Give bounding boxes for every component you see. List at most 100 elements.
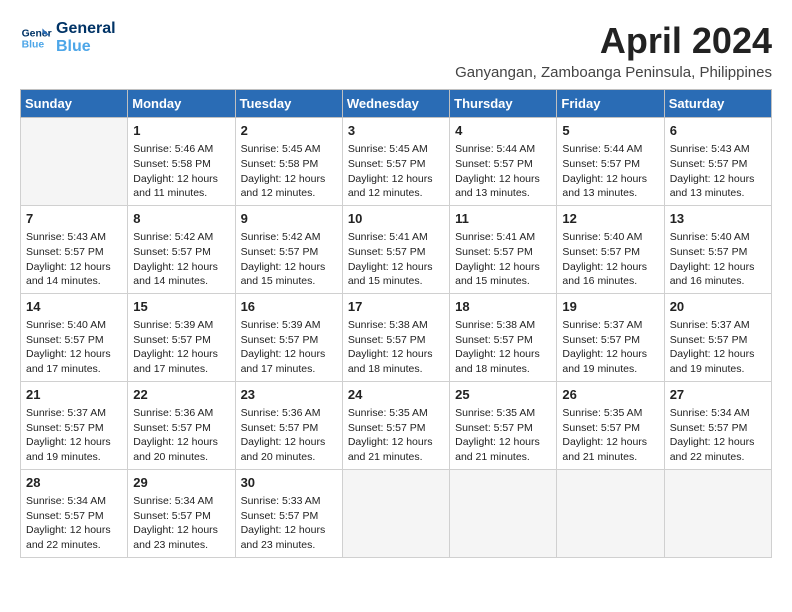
month-title: April 2024 [455, 20, 772, 62]
calendar-header-wednesday: Wednesday [342, 90, 449, 118]
day-info: Sunrise: 5:42 AM Sunset: 5:57 PM Dayligh… [133, 230, 229, 289]
calendar-cell: 20Sunrise: 5:37 AM Sunset: 5:57 PM Dayli… [664, 293, 771, 381]
calendar-cell: 5 Sunrise: 5:44 AM Sunset: 5:57 PM Daylig… [557, 118, 664, 206]
logo-blue: Blue [56, 38, 116, 56]
day-info: Sunrise: 5:33 AM Sunset: 5:57 PM Dayligh… [241, 494, 337, 553]
calendar-cell: 21 Sunrise: 5:37 AM Sunset: 5:57 PM Dayli… [21, 381, 128, 469]
calendar-cell [557, 469, 664, 557]
calendar-header-sunday: Sunday [21, 90, 128, 118]
logo-icon: General Blue [20, 22, 52, 54]
calendar-header-tuesday: Tuesday [235, 90, 342, 118]
svg-text:Blue: Blue [22, 39, 45, 50]
day-info: Sunrise: 5:34 AM Sunset: 5:57 PM Dayligh… [26, 494, 122, 553]
day-info: Sunrise: 5:46 AM Sunset: 5:58 PM Dayligh… [133, 142, 229, 201]
calendar-cell: 29 Sunrise: 5:34 AM Sunset: 5:57 PM Dayli… [128, 469, 235, 557]
day-number: 6 [670, 122, 766, 140]
calendar-cell: 26 Sunrise: 5:35 AM Sunset: 5:57 PM Dayli… [557, 381, 664, 469]
day-number: 22 [133, 386, 229, 404]
day-number: 10 [348, 210, 444, 228]
logo-general: General [56, 20, 116, 38]
calendar-week-row: 1 Sunrise: 5:46 AM Sunset: 5:58 PM Daylig… [21, 118, 772, 206]
day-info: Sunrise: 5:35 AM Sunset: 5:57 PM Dayligh… [455, 406, 551, 465]
calendar-cell: 28Sunrise: 5:34 AM Sunset: 5:57 PM Dayli… [21, 469, 128, 557]
day-number: 16 [241, 298, 337, 316]
page-header: General Blue General Blue April 2024 Gan… [20, 20, 772, 81]
day-number: 13 [670, 210, 766, 228]
calendar-cell: 16 Sunrise: 5:39 AM Sunset: 5:57 PM Dayli… [235, 293, 342, 381]
calendar-week-row: 28Sunrise: 5:34 AM Sunset: 5:57 PM Dayli… [21, 469, 772, 557]
day-number: 23 [241, 386, 337, 404]
calendar-cell: 6 Sunrise: 5:43 AM Sunset: 5:57 PM Daylig… [664, 118, 771, 206]
calendar-cell: 23Sunrise: 5:36 AM Sunset: 5:57 PM Dayli… [235, 381, 342, 469]
calendar-cell: 4 Sunrise: 5:44 AM Sunset: 5:57 PM Daylig… [450, 118, 557, 206]
day-number: 8 [133, 210, 229, 228]
calendar-cell: 7 Sunrise: 5:43 AM Sunset: 5:57 PM Daylig… [21, 205, 128, 293]
calendar-cell [342, 469, 449, 557]
day-info: Sunrise: 5:40 AM Sunset: 5:57 PM Dayligh… [670, 230, 766, 289]
calendar-header-row: SundayMondayTuesdayWednesdayThursdayFrid… [21, 90, 772, 118]
logo: General Blue General Blue [20, 20, 116, 55]
calendar-week-row: 7 Sunrise: 5:43 AM Sunset: 5:57 PM Daylig… [21, 205, 772, 293]
calendar-header-thursday: Thursday [450, 90, 557, 118]
day-number: 30 [241, 474, 337, 492]
calendar-cell: 8 Sunrise: 5:42 AM Sunset: 5:57 PM Daylig… [128, 205, 235, 293]
location: Ganyangan, Zamboanga Peninsula, Philippi… [455, 64, 772, 81]
calendar-week-row: 14Sunrise: 5:40 AM Sunset: 5:57 PM Dayli… [21, 293, 772, 381]
day-number: 17 [348, 298, 444, 316]
calendar-cell: 15 Sunrise: 5:39 AM Sunset: 5:57 PM Dayli… [128, 293, 235, 381]
calendar-week-row: 21 Sunrise: 5:37 AM Sunset: 5:57 PM Dayli… [21, 381, 772, 469]
day-info: Sunrise: 5:42 AM Sunset: 5:57 PM Dayligh… [241, 230, 337, 289]
day-number: 11 [455, 210, 551, 228]
calendar-cell: 27Sunrise: 5:34 AM Sunset: 5:57 PM Dayli… [664, 381, 771, 469]
day-number: 20 [670, 298, 766, 316]
calendar-header-monday: Monday [128, 90, 235, 118]
day-info: Sunrise: 5:44 AM Sunset: 5:57 PM Dayligh… [455, 142, 551, 201]
calendar-cell: 9 Sunrise: 5:42 AM Sunset: 5:57 PM Daylig… [235, 205, 342, 293]
calendar-cell: 11Sunrise: 5:41 AM Sunset: 5:57 PM Dayli… [450, 205, 557, 293]
day-info: Sunrise: 5:40 AM Sunset: 5:57 PM Dayligh… [26, 318, 122, 377]
day-info: Sunrise: 5:41 AM Sunset: 5:57 PM Dayligh… [348, 230, 444, 289]
day-info: Sunrise: 5:43 AM Sunset: 5:57 PM Dayligh… [26, 230, 122, 289]
day-number: 24 [348, 386, 444, 404]
day-number: 21 [26, 386, 122, 404]
day-number: 12 [562, 210, 658, 228]
day-number: 19 [562, 298, 658, 316]
day-info: Sunrise: 5:34 AM Sunset: 5:57 PM Dayligh… [670, 406, 766, 465]
calendar-cell: 1 Sunrise: 5:46 AM Sunset: 5:58 PM Daylig… [128, 118, 235, 206]
day-number: 5 [562, 122, 658, 140]
day-number: 15 [133, 298, 229, 316]
calendar-cell: 17Sunrise: 5:38 AM Sunset: 5:57 PM Dayli… [342, 293, 449, 381]
day-info: Sunrise: 5:38 AM Sunset: 5:57 PM Dayligh… [455, 318, 551, 377]
day-info: Sunrise: 5:45 AM Sunset: 5:58 PM Dayligh… [241, 142, 337, 201]
calendar-cell [21, 118, 128, 206]
day-number: 9 [241, 210, 337, 228]
day-number: 25 [455, 386, 551, 404]
calendar-cell: 2 Sunrise: 5:45 AM Sunset: 5:58 PM Daylig… [235, 118, 342, 206]
calendar-header-friday: Friday [557, 90, 664, 118]
calendar-cell: 12 Sunrise: 5:40 AM Sunset: 5:57 PM Dayli… [557, 205, 664, 293]
day-info: Sunrise: 5:44 AM Sunset: 5:57 PM Dayligh… [562, 142, 658, 201]
day-number: 29 [133, 474, 229, 492]
calendar-cell: 3Sunrise: 5:45 AM Sunset: 5:57 PM Daylig… [342, 118, 449, 206]
day-number: 2 [241, 122, 337, 140]
day-info: Sunrise: 5:34 AM Sunset: 5:57 PM Dayligh… [133, 494, 229, 553]
calendar-cell: 10 Sunrise: 5:41 AM Sunset: 5:57 PM Dayli… [342, 205, 449, 293]
calendar-header-saturday: Saturday [664, 90, 771, 118]
day-info: Sunrise: 5:45 AM Sunset: 5:57 PM Dayligh… [348, 142, 444, 201]
day-info: Sunrise: 5:39 AM Sunset: 5:57 PM Dayligh… [133, 318, 229, 377]
day-number: 7 [26, 210, 122, 228]
day-info: Sunrise: 5:39 AM Sunset: 5:57 PM Dayligh… [241, 318, 337, 377]
calendar-cell: 19 Sunrise: 5:37 AM Sunset: 5:57 PM Dayli… [557, 293, 664, 381]
day-info: Sunrise: 5:40 AM Sunset: 5:57 PM Dayligh… [562, 230, 658, 289]
calendar-cell: 25 Sunrise: 5:35 AM Sunset: 5:57 PM Dayli… [450, 381, 557, 469]
day-number: 26 [562, 386, 658, 404]
calendar-cell [450, 469, 557, 557]
calendar-cell: 14Sunrise: 5:40 AM Sunset: 5:57 PM Dayli… [21, 293, 128, 381]
day-info: Sunrise: 5:37 AM Sunset: 5:57 PM Dayligh… [26, 406, 122, 465]
day-info: Sunrise: 5:37 AM Sunset: 5:57 PM Dayligh… [562, 318, 658, 377]
day-info: Sunrise: 5:35 AM Sunset: 5:57 PM Dayligh… [562, 406, 658, 465]
day-number: 1 [133, 122, 229, 140]
day-info: Sunrise: 5:43 AM Sunset: 5:57 PM Dayligh… [670, 142, 766, 201]
calendar-cell: 30 Sunrise: 5:33 AM Sunset: 5:57 PM Dayli… [235, 469, 342, 557]
day-number: 4 [455, 122, 551, 140]
